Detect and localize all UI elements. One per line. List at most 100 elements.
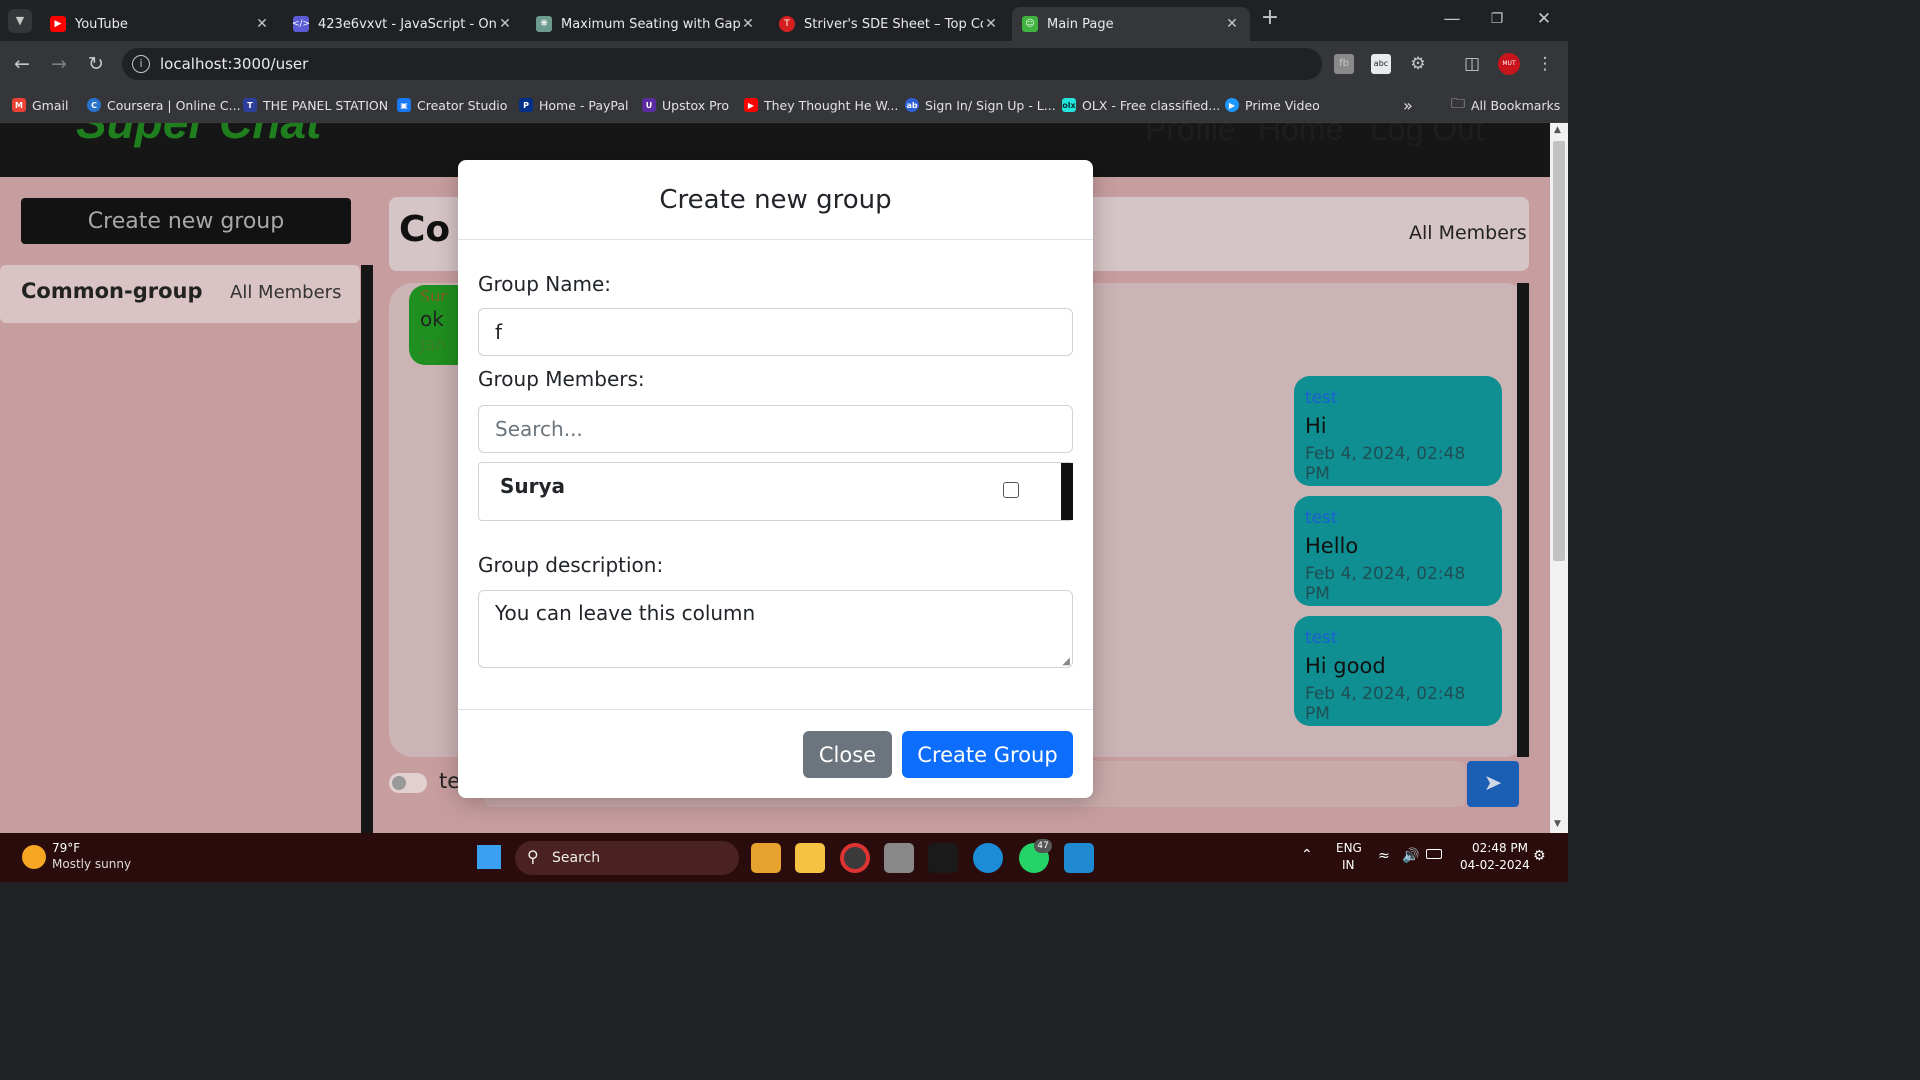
tab-title: Maximum Seating with Gaps (561, 16, 740, 32)
modal-title: Create new group (458, 160, 1093, 240)
bookmark-olx[interactable]: olx OLX - Free classified... (1062, 95, 1220, 115)
tab-title: 423e6vxvt - JavaScript - OneCo (318, 16, 497, 32)
paypal-icon: P (519, 98, 533, 112)
olx-icon: olx (1062, 98, 1076, 112)
bookmark-upstox[interactable]: U Upstox Pro (642, 95, 729, 115)
clock-date[interactable]: 04-02-2024 (1460, 858, 1530, 872)
create-group-modal: Create new group Group Name: f Group Mem… (458, 160, 1093, 798)
profile-avatar-icon[interactable]: MUT (1498, 53, 1520, 75)
browser-tab-bar: ▼ ▶ YouTube ✕ </> 423e6vxvt - JavaScript… (0, 0, 1568, 41)
forward-icon[interactable]: → (47, 54, 71, 74)
bookmark-label: OLX - Free classified... (1082, 97, 1221, 113)
close-tab-icon[interactable]: ✕ (254, 16, 270, 32)
group-name-label: Group Name: (478, 272, 611, 296)
volume-icon[interactable]: 🔊 (1402, 848, 1419, 864)
upstox-icon: U (642, 98, 656, 112)
bookmark-creator-studio[interactable]: ▣ Creator Studio (397, 95, 507, 115)
new-tab-icon[interactable]: + (1258, 7, 1282, 29)
language-top[interactable]: ENG (1336, 841, 1362, 855)
bookmark-label: Prime Video (1245, 97, 1320, 113)
show-hidden-icons-chevron-icon[interactable]: ⌃ (1301, 847, 1313, 863)
group-name-value: f (495, 320, 503, 344)
battery-icon[interactable] (1426, 849, 1442, 859)
tab-search-icon[interactable]: ▼ (8, 9, 32, 33)
creator-studio-icon: ▣ (397, 98, 411, 112)
file-explorer-icon[interactable] (795, 843, 825, 873)
weather-temp[interactable]: 79°F (52, 841, 80, 855)
members-list: Surya (478, 462, 1073, 521)
openai-icon: ❋ (536, 16, 552, 32)
tab-title: YouTube (75, 16, 128, 32)
close-tab-icon[interactable]: ✕ (740, 16, 756, 32)
folder-icon: 🗀 (1451, 96, 1465, 112)
members-list-scrollbar[interactable] (1061, 463, 1073, 520)
bookmark-coursera[interactable]: C Coursera | Online C... (87, 95, 241, 115)
address-bar[interactable]: i localhost:3000/user (122, 48, 1322, 80)
tab-onecompiler[interactable]: </> 423e6vxvt - JavaScript - OneCo ✕ (283, 7, 523, 41)
bookmark-prime-video[interactable]: ▶ Prime Video (1225, 95, 1320, 115)
group-members-label: Group Members: (478, 367, 645, 391)
bookmark-panel-station[interactable]: T THE PANEL STATION (243, 95, 388, 115)
clock-time[interactable]: 02:48 PM (1472, 841, 1528, 855)
wifi-icon[interactable]: ≈ (1378, 848, 1390, 864)
bookmark-paypal[interactable]: P Home - PayPal (519, 95, 629, 115)
member-checkbox[interactable] (1003, 482, 1019, 498)
edge-icon[interactable] (973, 843, 1003, 873)
close-button[interactable]: Close (803, 731, 892, 778)
bookmarks-bar: M Gmail C Coursera | Online C... T THE PANE… (0, 87, 1568, 123)
group-name-input[interactable]: f (478, 308, 1073, 356)
site-info-icon[interactable]: i (132, 55, 150, 73)
member-search-input[interactable]: Search... (478, 405, 1073, 453)
predator-sense-icon[interactable] (928, 843, 958, 873)
close-tab-icon[interactable]: ✕ (983, 16, 999, 32)
coursera-icon: C (87, 98, 101, 112)
youtube-icon: ▶ (744, 98, 758, 112)
weather-desc[interactable]: Mostly sunny (52, 857, 131, 871)
side-panel-icon[interactable]: ◫ (1460, 54, 1484, 74)
bookmark-gmail[interactable]: M Gmail (12, 95, 68, 115)
chrome-icon[interactable] (840, 843, 870, 873)
more-bookmarks-chevron-icon[interactable]: » (1403, 95, 1413, 115)
language-bottom[interactable]: IN (1342, 858, 1355, 872)
close-window-icon[interactable]: ✕ (1532, 9, 1556, 29)
taskbar-search[interactable]: ⚲ Search (515, 841, 739, 875)
create-group-button[interactable]: Create Group (902, 731, 1073, 778)
weather-sunny-icon[interactable] (22, 845, 46, 869)
bookmark-label: Sign In/ Sign Up - L... (925, 97, 1056, 113)
close-tab-icon[interactable]: ✕ (497, 16, 513, 32)
all-bookmarks-button[interactable]: 🗀 All Bookmarks (1451, 95, 1560, 115)
tab-title: Main Page (1047, 16, 1114, 32)
windows-start-icon[interactable] (477, 845, 501, 869)
vscode-icon[interactable] (1064, 843, 1094, 873)
bookmark-label: Upstox Pro (662, 97, 729, 113)
copilot-icon[interactable] (751, 843, 781, 873)
tab-striver[interactable]: T Striver's SDE Sheet – Top Codin ✕ (769, 7, 1009, 41)
group-description-textarea[interactable]: You can leave this column ◢ (478, 590, 1073, 668)
tab-chatgpt[interactable]: ❋ Maximum Seating with Gaps ✕ (526, 7, 766, 41)
bookmark-label: Creator Studio (417, 97, 508, 113)
restore-icon[interactable]: ❐ (1485, 9, 1509, 29)
extensions-puzzle-icon[interactable]: ⚙ (1406, 54, 1430, 74)
tps-icon: T (243, 98, 257, 112)
app-favicon-icon: ☺ (1022, 16, 1038, 32)
bookmark-sign-in[interactable]: ab Sign In/ Sign Up - L... (905, 95, 1056, 115)
notifications-icon[interactable]: ⚙ (1533, 848, 1546, 864)
resize-handle-icon[interactable]: ◢ (1062, 656, 1070, 667)
extension-icon[interactable]: fb (1334, 54, 1354, 74)
tab-youtube[interactable]: ▶ YouTube ✕ (40, 7, 280, 41)
bookmark-youtube-video[interactable]: ▶ They Thought He W... (744, 95, 898, 115)
back-icon[interactable]: ← (10, 54, 34, 74)
all-bookmarks-label: All Bookmarks (1471, 97, 1561, 113)
whatsapp-badge: 47 (1034, 839, 1052, 853)
tab-main-page[interactable]: ☺ Main Page ✕ (1012, 7, 1250, 41)
menu-kebab-icon[interactable]: ⋮ (1535, 54, 1555, 74)
youtube-icon: ▶ (50, 16, 66, 32)
close-tab-icon[interactable]: ✕ (1224, 16, 1240, 32)
minimize-icon[interactable]: — (1440, 9, 1464, 29)
taskbar-search-label: Search (552, 850, 601, 866)
extension-icon[interactable]: abc (1371, 54, 1391, 74)
database-icon[interactable] (884, 843, 914, 873)
reload-icon[interactable]: ↻ (84, 54, 108, 74)
gmail-icon: M (12, 98, 26, 112)
bookmark-label: THE PANEL STATION (263, 97, 389, 113)
